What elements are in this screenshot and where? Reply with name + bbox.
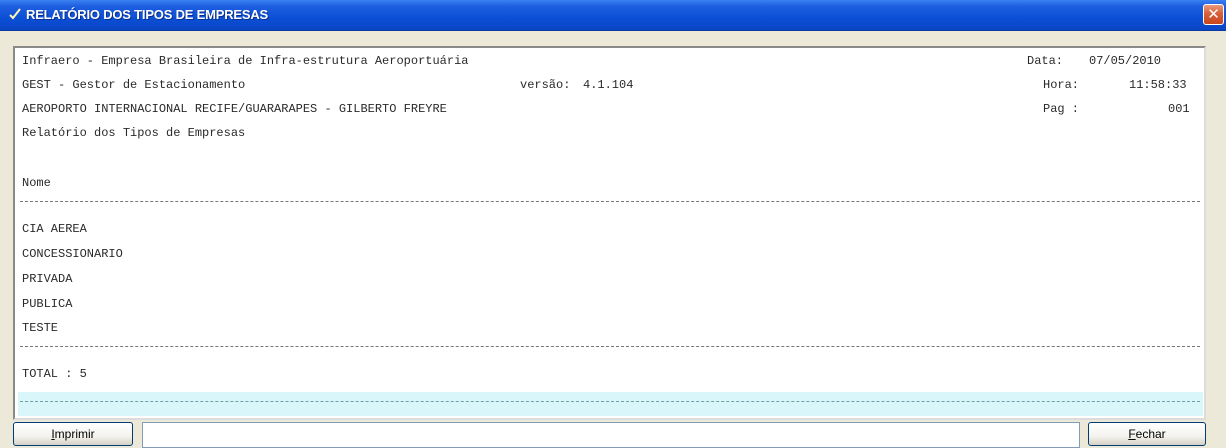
version-value: 4.1.104 (583, 78, 634, 92)
footer-divider (20, 401, 1200, 402)
report-view[interactable]: Infraero - Empresa Brasileira de Infra-e… (13, 46, 1206, 420)
report-title: Relatório dos Tipos de Empresas (22, 126, 246, 140)
close-window-button[interactable]: ✕ (1203, 4, 1224, 25)
close-button[interactable]: Fechar (1088, 422, 1206, 446)
check-icon (9, 8, 21, 20)
version-label: versão: (520, 78, 571, 92)
airport-name: AEROPORTO INTERNACIONAL RECIFE/GUARARAPE… (22, 102, 447, 116)
page-label: Pag : (1043, 102, 1080, 116)
rows-divider (20, 346, 1200, 347)
time-value: 11:58:33 (1129, 78, 1187, 92)
company-name: Infraero - Empresa Brasileira de Infra-e… (22, 54, 469, 68)
print-button[interactable]: Imprimir (13, 422, 133, 446)
highlight-row (18, 392, 1203, 416)
table-row: PRIVADA (22, 272, 73, 286)
column-header-nome: Nome (22, 176, 51, 190)
page-value: 001 (1168, 102, 1190, 116)
close-label: echar (1135, 427, 1166, 441)
total-line: TOTAL : 5 (22, 367, 87, 381)
table-row: CONCESSIONARIO (22, 247, 123, 261)
date-label: Data: (1027, 54, 1064, 68)
status-field (142, 422, 1080, 448)
close-icon: ✕ (1207, 5, 1220, 23)
table-row: PUBLICA (22, 297, 73, 311)
system-name: GEST - Gestor de Estacionamento (22, 78, 246, 92)
report-window: RELATÓRIO DOS TIPOS DE EMPRESAS ✕ Infrae… (0, 0, 1226, 448)
header-divider (20, 201, 1200, 202)
title-bar[interactable]: RELATÓRIO DOS TIPOS DE EMPRESAS ✕ (0, 0, 1226, 31)
table-row: TESTE (22, 321, 59, 335)
time-label: Hora: (1043, 78, 1080, 92)
print-label: mprimir (54, 427, 95, 441)
close-label-access-key: F (1128, 427, 1136, 441)
date-value: 07/05/2010 (1089, 54, 1162, 68)
table-row: CIA AEREA (22, 222, 87, 236)
window-title: RELATÓRIO DOS TIPOS DE EMPRESAS (26, 7, 269, 22)
